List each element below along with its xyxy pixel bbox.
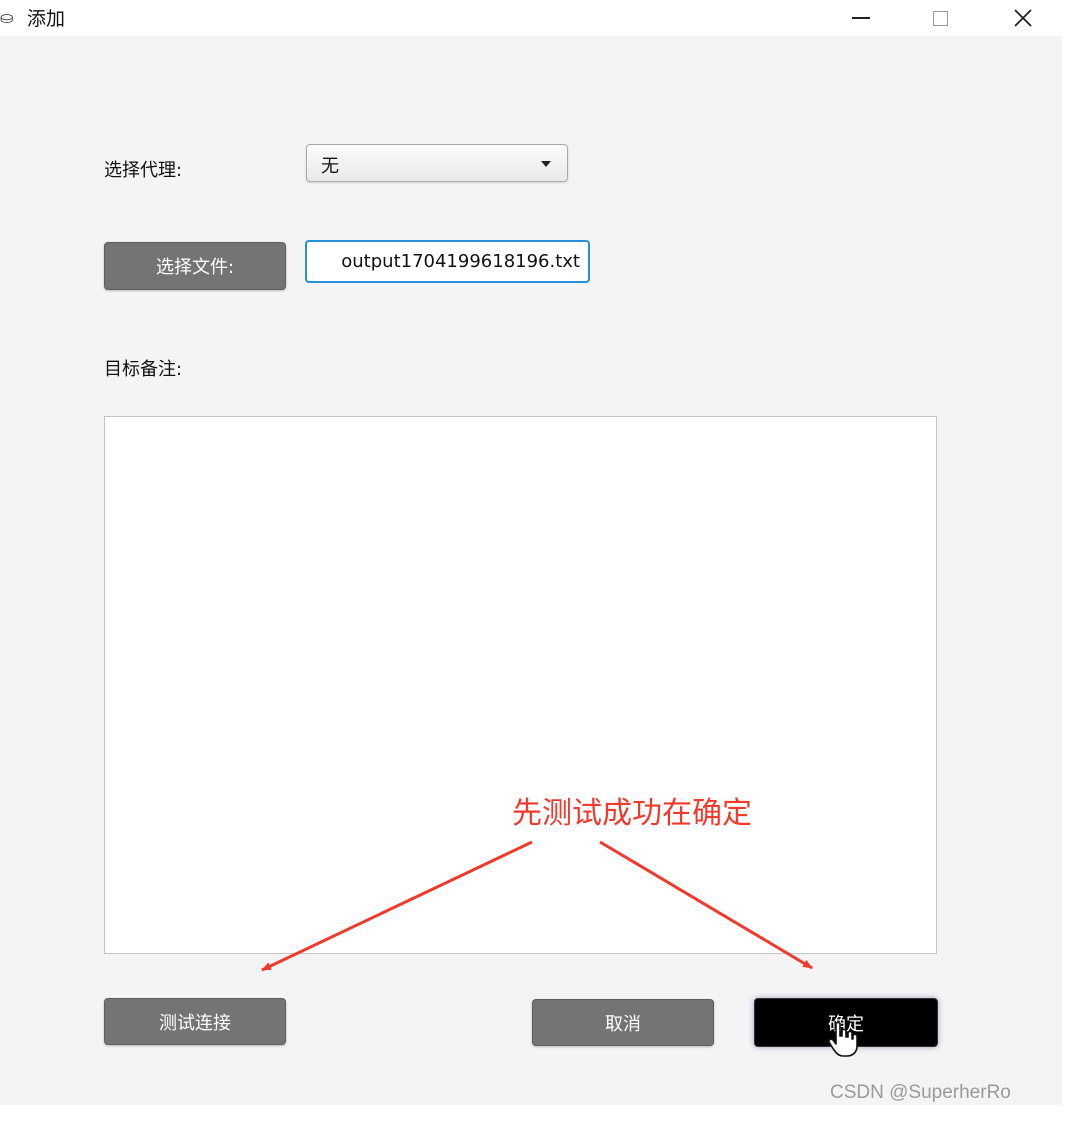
proxy-label: 选择代理: bbox=[104, 160, 183, 181]
cancel-button[interactable]: 取消 bbox=[532, 999, 714, 1046]
ok-button[interactable]: 确定 bbox=[754, 998, 938, 1047]
annotation-text: 先测试成功在确定 bbox=[512, 796, 752, 831]
maximize-button[interactable] bbox=[917, 0, 963, 36]
close-icon bbox=[1014, 9, 1032, 27]
test-connection-button[interactable]: 测试连接 bbox=[104, 998, 286, 1045]
minimize-icon bbox=[852, 17, 870, 19]
file-path-input[interactable] bbox=[305, 240, 590, 283]
minimize-button[interactable] bbox=[838, 0, 884, 36]
note-textarea[interactable] bbox=[104, 416, 937, 954]
window-title: 添加 bbox=[27, 8, 66, 30]
app-icon: ⛀ bbox=[0, 8, 14, 27]
chevron-down-icon bbox=[541, 161, 551, 167]
watermark: CSDN @SuperherRo bbox=[830, 1082, 1011, 1103]
close-button[interactable] bbox=[1000, 0, 1046, 36]
note-label: 目标备注: bbox=[104, 359, 183, 380]
maximize-icon bbox=[932, 10, 948, 26]
proxy-select-value: 无 bbox=[321, 156, 339, 177]
proxy-select[interactable]: 无 bbox=[306, 144, 568, 182]
title-bar: ⛀ 添加 bbox=[0, 0, 1062, 36]
add-dialog-window: ⛀ 添加 选择代理: 无 选择文件: 目标备注: 先测试成功在确定 bbox=[0, 0, 1062, 1105]
choose-file-button[interactable]: 选择文件: bbox=[104, 242, 286, 290]
